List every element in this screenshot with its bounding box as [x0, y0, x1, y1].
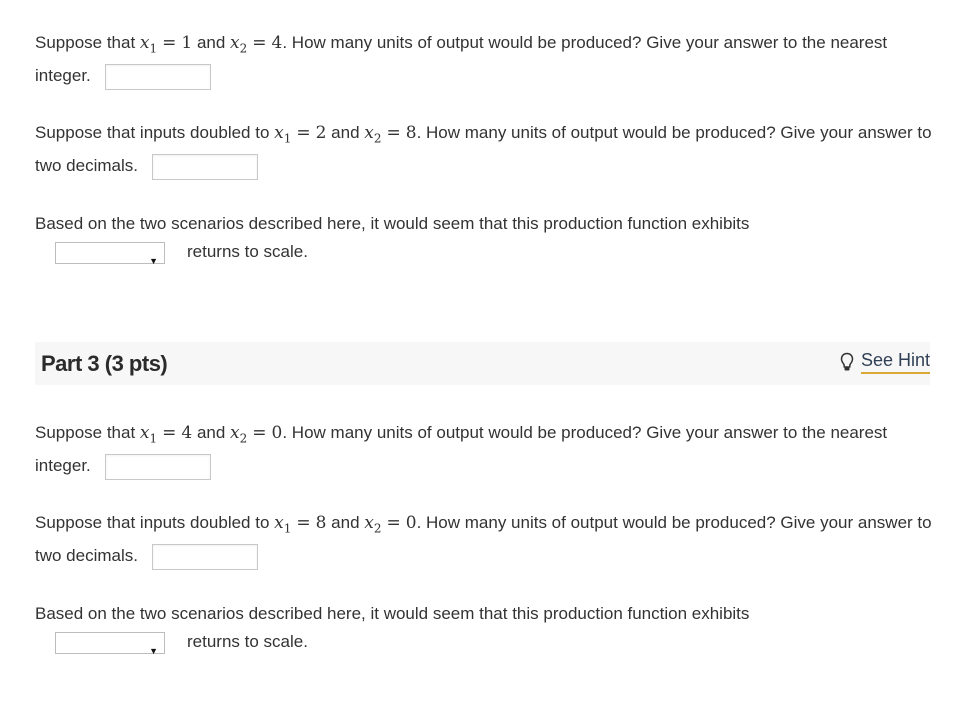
equals-sign: =	[296, 123, 311, 143]
select-suffix-text: returns to scale.	[187, 242, 308, 261]
var-x1: x1	[139, 423, 158, 446]
x2-value: 4	[271, 33, 283, 53]
equals-sign: =	[162, 423, 177, 443]
part3-returns-row: ▼ returns to scale.	[55, 628, 308, 656]
question-text: Suppose that	[35, 423, 140, 442]
part-title: Part 3 (3 pts)	[41, 351, 168, 376]
equals-sign: =	[386, 513, 401, 533]
answer-input[interactable]	[104, 453, 211, 480]
part-3-header: Part 3 (3 pts) See Hint	[35, 342, 930, 385]
equals-sign: =	[296, 513, 311, 533]
part2-question-1: Suppose that x1 = 1 and x2 = 4. How many uni…	[35, 29, 940, 90]
dropdown-caret-icon: ▼	[149, 255, 158, 266]
returns-to-scale-select[interactable]: ▼	[55, 631, 165, 656]
var-x2: x2	[230, 423, 248, 446]
question-text: and	[192, 423, 231, 442]
select-suffix-text: returns to scale.	[187, 632, 308, 651]
question-text: Suppose that inputs doubled to	[35, 123, 275, 142]
dropdown-caret-icon: ▼	[149, 645, 158, 656]
var-x2: x2	[364, 513, 382, 536]
answer-input[interactable]	[151, 543, 258, 570]
equals-sign: =	[386, 123, 401, 143]
var-x1: x1	[274, 513, 292, 536]
var-x1: x1	[274, 123, 292, 146]
part3-question-2: Suppose that inputs doubled to x1 = 8 and …	[35, 509, 940, 570]
var-x1: x1	[139, 33, 158, 56]
part2-returns-row: ▼ returns to scale.	[55, 238, 308, 266]
var-x2: x2	[364, 123, 382, 146]
returns-to-scale-select[interactable]: ▼	[55, 241, 165, 266]
x1-value: 4	[181, 423, 193, 443]
equals-sign: =	[162, 33, 177, 53]
question-text: and	[326, 123, 365, 142]
x2-value: 0	[405, 513, 417, 533]
x1-value: 2	[315, 123, 327, 143]
answer-input[interactable]	[151, 153, 258, 180]
question-text: Suppose that	[35, 33, 140, 52]
equals-sign: =	[252, 33, 267, 53]
question-text: Suppose that inputs doubled to	[35, 513, 275, 532]
lightbulb-icon	[840, 352, 854, 371]
x2-value: 8	[405, 123, 417, 143]
part2-question-2: Suppose that inputs doubled to x1 = 2 and …	[35, 119, 940, 180]
see-hint-button[interactable]: See Hint	[840, 350, 930, 374]
answer-input[interactable]	[104, 63, 211, 90]
var-x2: x2	[230, 33, 248, 56]
part2-question-3: Based on the two scenarios described her…	[35, 214, 750, 233]
part3-question-3: Based on the two scenarios described her…	[35, 604, 750, 623]
x1-value: 8	[315, 513, 327, 533]
question-text: and	[326, 513, 365, 532]
see-hint-label[interactable]: See Hint	[860, 350, 930, 374]
equals-sign: =	[252, 423, 267, 443]
question-text: and	[192, 33, 231, 52]
part3-question-1: Suppose that x1 = 4 and x2 = 0. How many uni…	[35, 419, 940, 480]
x1-value: 1	[181, 33, 193, 53]
x2-value: 0	[271, 423, 283, 443]
